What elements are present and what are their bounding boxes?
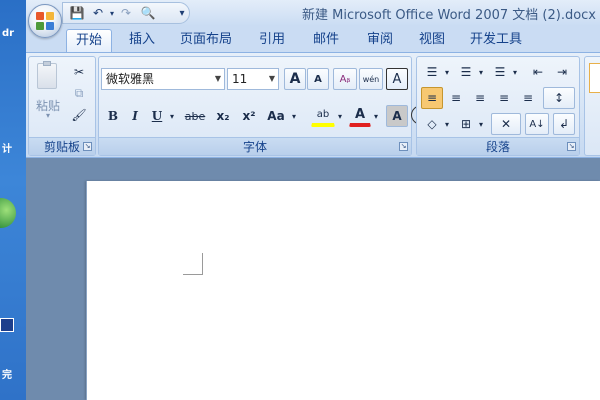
change-case-dropdown-icon[interactable]: ▾ [289,105,299,127]
phonetic-guide-button[interactable]: wén [359,68,383,90]
redo-icon[interactable]: ↷ [118,3,134,23]
multilevel-dropdown-icon[interactable]: ▾ [511,61,519,83]
bold-button[interactable]: B [103,105,123,127]
paste-button[interactable]: 粘贴 ▾ [33,61,63,120]
underline-dropdown-icon[interactable]: ▾ [167,105,177,127]
undo-dropdown-icon[interactable]: ▾ [108,3,116,23]
multilevel-list-button[interactable]: ☰ [489,61,511,83]
clear-formatting-button[interactable]: Aᵦ [333,68,357,90]
desktop-app-icon[interactable] [0,318,14,332]
borders-dropdown-icon[interactable]: ▾ [477,113,485,135]
font-size-combo[interactable]: 11 ▼ [227,68,279,90]
chevron-down-icon: ▼ [214,74,221,83]
tab-developer[interactable]: 开发工具 [464,29,528,52]
watermark-text: 头条 @悟空问答 [488,372,576,386]
bullets-dropdown-icon[interactable]: ▾ [443,61,451,83]
shading-button[interactable]: ◇ [421,113,443,135]
paragraph-launcher-icon[interactable]: ↘ [567,142,576,151]
desktop-label: 完 [2,370,12,381]
window-title: 新建 Microsoft Office Word 2007 文档 (2).doc… [302,8,600,23]
highlight-dropdown-icon[interactable]: ▾ [335,105,345,127]
tab-mailings[interactable]: 邮件 [306,29,346,52]
justify-button[interactable]: ≡ [493,87,515,109]
save-icon[interactable]: 💾 [68,3,86,23]
change-case-button[interactable]: Aa [263,105,289,127]
tab-home[interactable]: 开始 [66,29,112,52]
subscript-button[interactable]: x₂ [211,105,235,127]
margin-corner-mark [183,253,203,275]
underline-button[interactable]: U [147,105,167,127]
bullets-button[interactable]: ☰ [421,61,443,83]
character-shading-button[interactable]: A [386,105,408,127]
watermark-logo-icon [472,372,484,385]
word-window: 💾 ↶ ▾ ↷ 🔍 ▾ 新建 Microsoft Office Word 200… [26,0,600,400]
shrink-font-button[interactable]: A [307,68,329,90]
distributed-button[interactable]: ≡ [517,87,539,109]
grow-font-button[interactable]: A [284,68,306,90]
style-preview[interactable] [589,63,600,93]
font-group-label: 字体 [99,137,411,155]
paragraph-group: ☰ ▾ ☰ ▾ ☰ ▾ ⇤ ⇥ ≡ ≡ ≡ ≡ ≡ ↕ ◇ ▾ ⊞ ▾ ✕ A↓… [416,56,580,156]
copy-icon[interactable]: ⧉ [69,82,89,104]
styles-group [584,56,600,156]
numbering-dropdown-icon[interactable]: ▾ [477,61,485,83]
office-logo-icon [36,12,54,30]
strikethrough-button[interactable]: abe [181,105,209,127]
font-name-value: 微软雅黑 [106,72,155,86]
line-spacing-button[interactable]: ↕ [543,87,575,109]
ribbon-tabs: 开始 插入 页面布局 引用 邮件 审阅 视图 开发工具 [26,26,600,52]
paragraph-group-label: 段落 [417,137,579,155]
highlight-button[interactable]: ab [311,105,335,127]
tab-insert[interactable]: 插入 [122,29,162,52]
chinese-layout-button[interactable]: ✕ [491,113,521,135]
font-name-combo[interactable]: 微软雅黑 ▼ [101,68,225,90]
customize-qat-icon[interactable]: ▾ [176,3,188,23]
italic-button[interactable]: I [125,105,145,127]
tab-references[interactable]: 引用 [252,29,292,52]
desktop-label: 计 [2,144,12,155]
desktop-strip: dr 计 完 [0,0,26,400]
borders-button[interactable]: ⊞ [455,113,477,135]
clipboard-launcher-icon[interactable]: ↘ [83,142,92,151]
numbering-button[interactable]: ☰ [455,61,477,83]
font-color-button[interactable]: A [349,105,371,127]
document-page[interactable] [86,181,600,400]
undo-icon[interactable]: ↶ [90,3,106,23]
tab-view[interactable]: 视图 [412,29,452,52]
watermark: 头条 @悟空问答 [472,370,576,387]
document-area [26,158,600,400]
font-group: 微软雅黑 ▼ 11 ▼ A A Aᵦ wén A B I U ▾ abe x₂ … [98,56,433,156]
sort-button[interactable]: A↓ [525,113,549,135]
center-button[interactable]: ≡ [445,87,467,109]
font-size-value: 11 [232,72,248,86]
align-left-button[interactable]: ≡ [421,87,443,109]
superscript-button[interactable]: x² [237,105,261,127]
cut-icon[interactable]: ✂ [69,61,89,83]
tab-page-layout[interactable]: 页面布局 [174,29,238,52]
character-border-button[interactable]: A [386,68,408,90]
shading-dropdown-icon[interactable]: ▾ [443,113,451,135]
tab-review[interactable]: 审阅 [360,29,400,52]
desktop-label: dr [2,28,15,39]
font-launcher-icon[interactable]: ↘ [399,142,408,151]
title-bar: 💾 ↶ ▾ ↷ 🔍 ▾ 新建 Microsoft Office Word 200… [26,0,600,26]
font-color-dropdown-icon[interactable]: ▾ [371,105,381,127]
print-preview-icon[interactable]: 🔍 [138,3,158,23]
chevron-down-icon: ▼ [268,74,275,83]
increase-indent-button[interactable]: ⇥ [551,61,573,83]
ribbon: 粘贴 ▾ ✂ ⧉ 🖌 剪贴板 ↘ 微软雅黑 ▼ 11 ▼ A A Aᵦ wén … [26,52,600,158]
format-painter-icon[interactable]: 🖌 [69,104,89,126]
clipboard-icon [37,61,57,89]
decrease-indent-button[interactable]: ⇤ [527,61,549,83]
desktop-globe-icon[interactable] [0,198,16,228]
office-button[interactable] [28,4,62,38]
clipboard-group: 粘贴 ▾ ✂ ⧉ 🖌 剪贴板 ↘ [28,56,96,156]
align-right-button[interactable]: ≡ [469,87,491,109]
show-marks-button[interactable]: ↲ [553,113,575,135]
